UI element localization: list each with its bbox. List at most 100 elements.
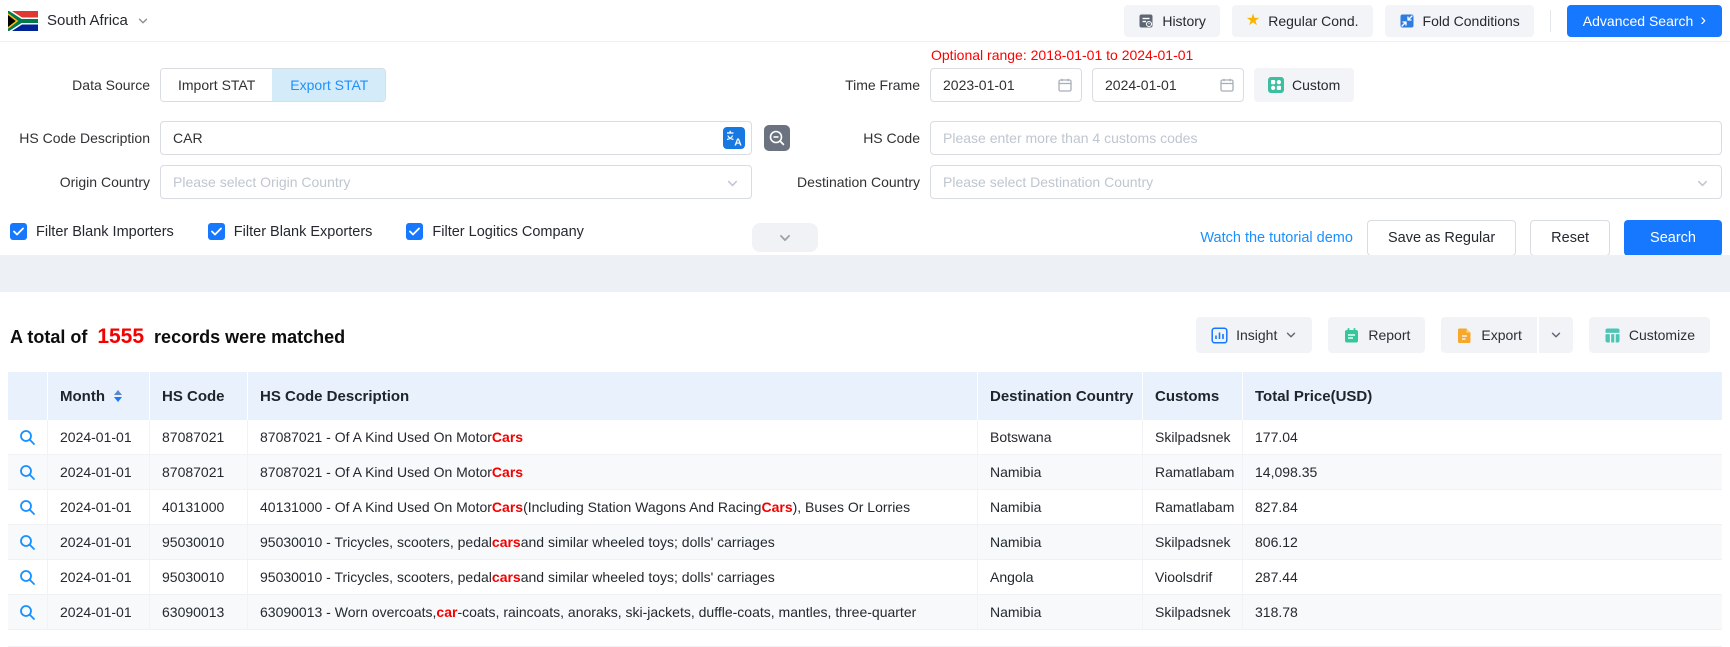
- hs-description-input[interactable]: [160, 121, 752, 155]
- cell-customs: Skilpadsnek: [1143, 420, 1243, 454]
- regular-cond-button[interactable]: ★ Regular Cond.: [1232, 5, 1373, 37]
- country-name: South Africa: [47, 12, 128, 29]
- customize-button[interactable]: Customize: [1589, 317, 1710, 353]
- filter-form: Optional range: 2018-01-01 to 2024-01-01…: [0, 43, 1730, 255]
- date-end-field: [1092, 68, 1244, 102]
- origin-country-label: Origin Country: [0, 165, 150, 199]
- fold-conditions-label: Fold Conditions: [1423, 13, 1520, 29]
- cell-hs-code: 95030010: [150, 525, 248, 559]
- save-as-regular-button[interactable]: Save as Regular: [1367, 220, 1516, 256]
- cell-customs: Vioolsdrif: [1143, 560, 1243, 594]
- cell-total-price: 177.04: [1243, 420, 1722, 454]
- filter-checkbox-row: Filter Blank Importers Filter Blank Expor…: [10, 223, 584, 240]
- th-hs-code: HS Code: [150, 372, 248, 420]
- row-detail-search-icon[interactable]: [8, 560, 48, 594]
- cell-customs: Skilpadsnek: [1143, 595, 1243, 629]
- sort-icon[interactable]: [114, 390, 122, 402]
- cell-destination-country: Angola: [978, 560, 1143, 594]
- export-button[interactable]: Export: [1441, 317, 1536, 353]
- origin-country-select[interactable]: Please select Origin Country: [160, 165, 752, 199]
- cell-total-price: 827.84: [1243, 490, 1722, 524]
- filter-checkbox-3[interactable]: Filter Logitics Company: [406, 223, 584, 240]
- checkbox-checked-icon[interactable]: [406, 223, 423, 240]
- export-label: Export: [1481, 327, 1521, 343]
- export-button-group: Export: [1441, 317, 1572, 353]
- data-source-label: Data Source: [0, 68, 150, 102]
- cell-total-price: 806.12: [1243, 525, 1722, 559]
- summary-suffix: records were matched: [154, 327, 345, 348]
- time-frame-label: Time Frame: [700, 68, 920, 102]
- table-row: 2024-01-018708702187087021 - Of A Kind U…: [8, 455, 1722, 490]
- filter-checkbox-1[interactable]: Filter Blank Importers: [10, 223, 174, 240]
- collapse-conditions-button[interactable]: [752, 223, 818, 252]
- results-actions: Insight Report Export Customize: [1196, 317, 1710, 353]
- table-row: 2024-01-018708702187087021 - Of A Kind U…: [8, 420, 1722, 455]
- insight-icon: [1211, 327, 1228, 344]
- summary-prefix: A total of: [10, 327, 87, 348]
- row-detail-search-icon[interactable]: [8, 595, 48, 629]
- table-header: MonthHS CodeHS Code DescriptionDestinati…: [8, 372, 1722, 420]
- hs-description-label: HS Code Description: [0, 121, 150, 155]
- calendar-icon[interactable]: [1057, 77, 1073, 93]
- cell-month: 2024-01-01: [48, 490, 150, 524]
- search-button[interactable]: Search: [1624, 220, 1722, 256]
- reset-button[interactable]: Reset: [1530, 220, 1610, 256]
- row-detail-search-icon[interactable]: [8, 490, 48, 524]
- cell-customs: Skilpadsnek: [1143, 525, 1243, 559]
- cell-customs: Ramatlabam: [1143, 455, 1243, 489]
- chevron-down-icon: [1285, 329, 1297, 341]
- insight-button[interactable]: Insight: [1196, 317, 1312, 353]
- row-detail-search-icon[interactable]: [8, 455, 48, 489]
- th-month[interactable]: Month: [48, 372, 150, 420]
- calendar-icon[interactable]: [1219, 77, 1235, 93]
- history-icon: [1138, 13, 1154, 29]
- hs-code-label: HS Code: [700, 121, 920, 155]
- checkbox-checked-icon[interactable]: [10, 223, 27, 240]
- history-button[interactable]: History: [1124, 5, 1220, 37]
- cell-destination-country: Namibia: [978, 490, 1143, 524]
- cell-total-price: 287.44: [1243, 560, 1722, 594]
- table-body: 2024-01-018708702187087021 - Of A Kind U…: [8, 420, 1722, 647]
- cell-hs-code: 40131000: [150, 490, 248, 524]
- tutorial-demo-link[interactable]: Watch the tutorial demo: [1200, 230, 1353, 246]
- checkbox-checked-icon[interactable]: [208, 223, 225, 240]
- table-row: 2024-01-016309001363090013 - Worn overco…: [8, 595, 1722, 630]
- insight-label: Insight: [1236, 327, 1277, 343]
- table-row: 2024-01-014013100040131000 - Of A Kind U…: [8, 490, 1722, 525]
- cell-month: 2024-01-01: [48, 420, 150, 454]
- south-africa-flag-icon: [8, 11, 38, 31]
- month-header-label: Month: [60, 388, 105, 405]
- th-hs-description: HS Code Description: [248, 372, 978, 420]
- destination-country-label: Destination Country: [700, 165, 920, 199]
- cell-destination-country: Botswana: [978, 420, 1143, 454]
- star-icon: ★: [1246, 13, 1260, 29]
- th-blank: [8, 372, 48, 420]
- advanced-search-button[interactable]: Advanced Search ›: [1567, 5, 1722, 37]
- cell-hs-code: 95030010: [150, 560, 248, 594]
- origin-placeholder: Please select Origin Country: [173, 174, 350, 190]
- report-button[interactable]: Report: [1328, 317, 1425, 353]
- export-dropdown-button[interactable]: [1539, 317, 1573, 353]
- cell-customs: Ramatlabam: [1143, 490, 1243, 524]
- import-stat-option[interactable]: Import STAT: [161, 69, 272, 101]
- custom-button[interactable]: Custom: [1254, 68, 1354, 102]
- fold-conditions-button[interactable]: Fold Conditions: [1385, 5, 1534, 37]
- row-detail-search-icon[interactable]: [8, 420, 48, 454]
- regular-cond-label: Regular Cond.: [1268, 13, 1358, 29]
- destination-country-select[interactable]: Please select Destination Country: [930, 165, 1722, 199]
- history-label: History: [1162, 13, 1206, 29]
- country-picker[interactable]: South Africa: [8, 11, 149, 31]
- cell-month: 2024-01-01: [48, 525, 150, 559]
- filter-checkbox-2[interactable]: Filter Blank Exporters: [208, 223, 373, 240]
- topbar: South Africa History ★ Regular Cond. Fol…: [0, 0, 1730, 42]
- results-table: MonthHS CodeHS Code DescriptionDestinati…: [8, 372, 1722, 647]
- results-summary: A total of 1555 records were matched: [10, 318, 345, 356]
- row-detail-search-icon[interactable]: [8, 525, 48, 559]
- th-customs: Customs: [1143, 372, 1243, 420]
- cell-total-price: 14,098.35: [1243, 455, 1722, 489]
- export-stat-option[interactable]: Export STAT: [272, 69, 385, 101]
- hs-code-input[interactable]: [930, 121, 1722, 155]
- record-count: 1555: [97, 325, 144, 349]
- report-label: Report: [1368, 327, 1410, 343]
- section-separator: [0, 255, 1730, 292]
